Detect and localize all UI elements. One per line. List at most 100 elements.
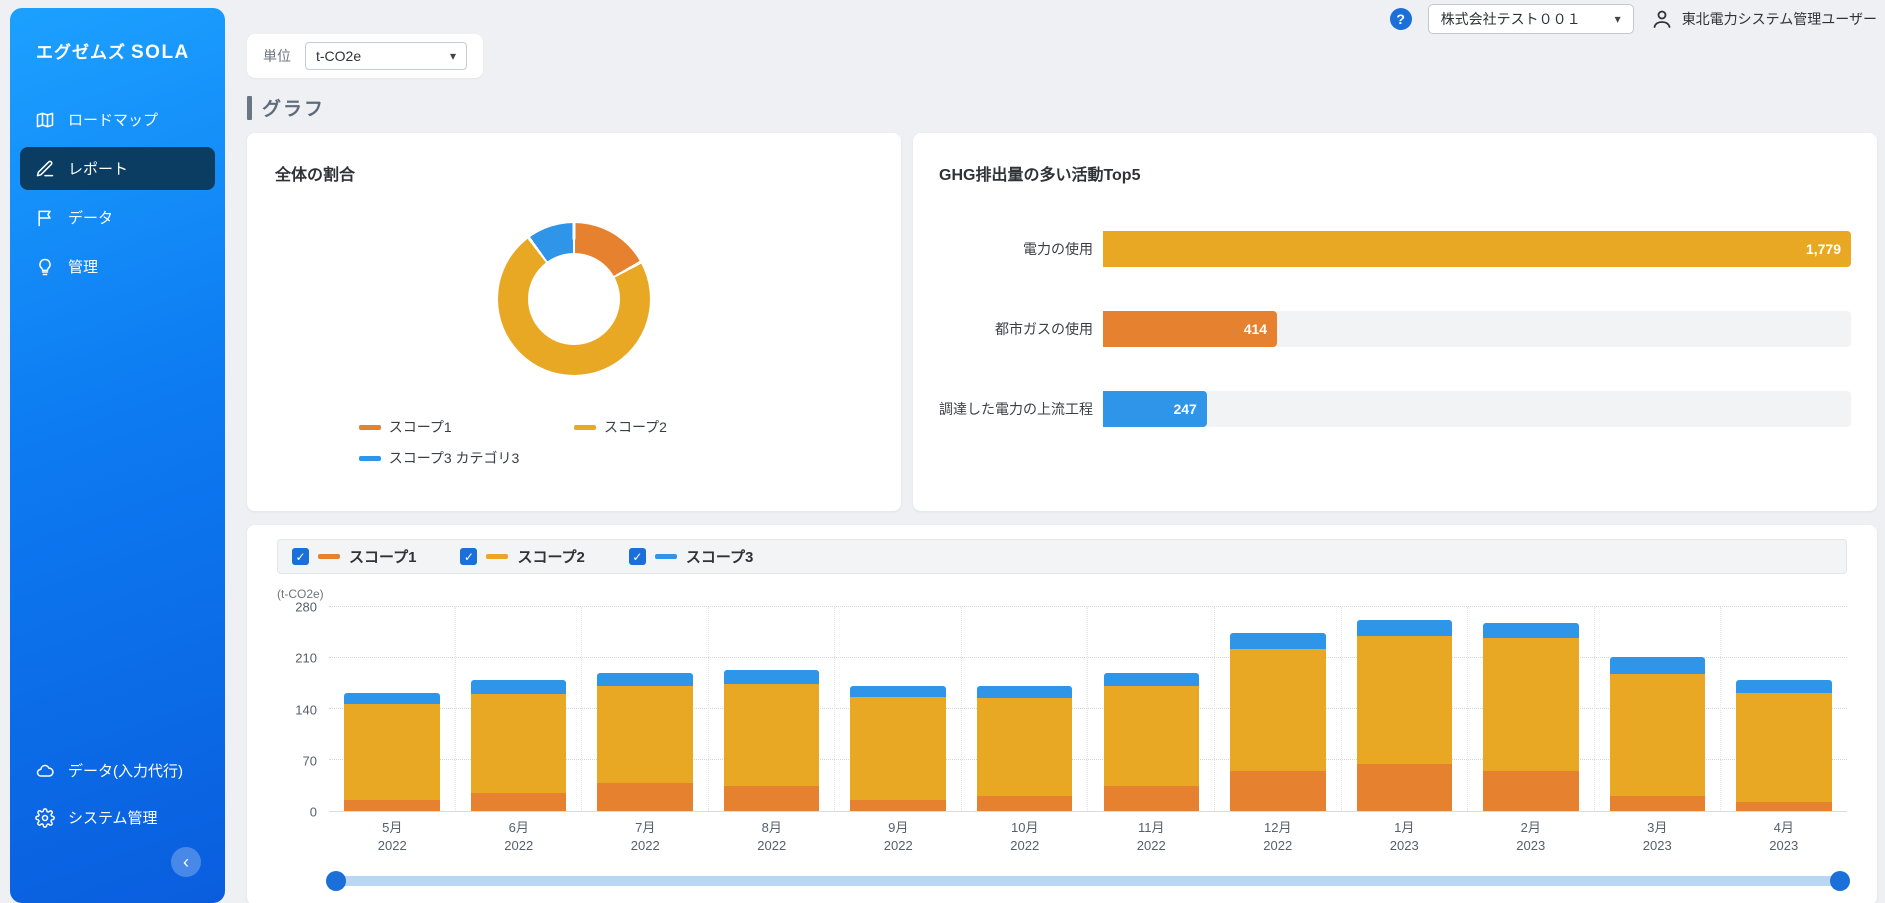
bar-cell: [1340, 607, 1468, 811]
gear-icon: [35, 807, 55, 828]
monthly-emissions-card: ✓ スコープ1 ✓ スコープ2 ✓ スコープ3 (t-CO2e) 0 70 140 2…: [247, 525, 1877, 903]
bar-track: 1,779: [1103, 231, 1851, 267]
stacked-bar: [1609, 607, 1706, 811]
x-tick-label: 7月 2022: [630, 820, 660, 854]
top5-row: 電力の使用 1,779: [939, 231, 1851, 267]
stacked-bar: [1356, 607, 1453, 811]
y-tick-label: 0: [309, 804, 317, 820]
user-menu[interactable]: 東北電力システム管理ユーザー: [1650, 7, 1877, 31]
legend-item-scope1: スコープ1: [358, 417, 574, 437]
unit-label: 単位: [263, 48, 291, 64]
bar-segment-スコープ2: [1356, 636, 1453, 764]
range-slider[interactable]: [326, 871, 1850, 892]
bar-cell: [960, 607, 1088, 811]
bar-segment-スコープ2: [1230, 648, 1326, 771]
scope3-toggle[interactable]: ✓ スコープ3: [628, 546, 753, 567]
bar-cell: [1720, 607, 1847, 811]
checkbox-checked-icon[interactable]: ✓: [628, 548, 646, 565]
y-axis: 0 70 140 210 280: [277, 600, 329, 820]
scope2-color-dash: [486, 554, 509, 559]
sidebar-item-roadmap[interactable]: ロードマップ: [20, 98, 215, 141]
sidebar-item-data[interactable]: データ: [20, 196, 215, 239]
card-title: 全体の割合: [275, 167, 356, 184]
help-icon: ?: [1396, 11, 1405, 27]
x-tick-label: 12月 2022: [1263, 820, 1293, 854]
check-icon: ✓: [463, 549, 474, 564]
stacked-bar: [597, 607, 693, 811]
checkbox-checked-icon[interactable]: ✓: [292, 548, 309, 565]
x-tick-label: 3月 2023: [1642, 820, 1672, 854]
y-tick-label: 280: [295, 599, 317, 615]
bar-fill: 414: [1103, 311, 1278, 347]
bar-segment-スコープ3: [470, 679, 567, 695]
sidebar-item-data-entry-proxy[interactable]: データ(入力代行): [20, 749, 215, 792]
scope-label: スコープ2: [517, 549, 585, 566]
x-tick-label: 11月 2022: [1136, 820, 1166, 854]
section-accent-bar: [247, 95, 252, 120]
logo-text: エグゼムズ: [36, 43, 126, 62]
top5-row: 調達した電力の上流工程 247: [939, 391, 1851, 427]
bar-segment-スコープ2: [1103, 685, 1199, 786]
x-axis: 5月 2022 6月 2022 7月 2022 8月 2022 9月 2022 10月 2022 11月…: [329, 819, 1847, 855]
sidebar-bottom: データ(入力代行) システム管理 ‹: [10, 749, 225, 903]
slider-handle-right[interactable]: [1830, 871, 1850, 892]
checkbox-checked-icon[interactable]: ✓: [460, 548, 478, 565]
sidebar-item-label: 管理: [68, 259, 99, 276]
bar-category-label: 調達した電力の上流工程: [939, 400, 1093, 417]
bar-cell: [1087, 607, 1214, 811]
bar-segment-スコープ3: [1356, 620, 1453, 637]
company-select[interactable]: 株式会社テスト００１ ▾: [1427, 4, 1634, 34]
top5-activities-card: GHG排出量の多い活動Top5 電力の使用 1,779 都市ガスの使用 414 調達した…: [913, 133, 1877, 511]
y-tick-label: 70: [302, 753, 317, 769]
sidebar-item-report[interactable]: レポート: [20, 147, 215, 190]
logo-brand: SOLA: [131, 42, 190, 63]
bar-segment-スコープ1: [1230, 770, 1326, 811]
stacked-bar: [976, 607, 1073, 811]
top5-row: 都市ガスの使用 414: [939, 311, 1851, 347]
bar-segment-スコープ1: [850, 800, 946, 811]
bar-segment-スコープ1: [470, 792, 567, 811]
scope1-color-dash: [318, 554, 340, 559]
scope2-toggle[interactable]: ✓ スコープ2: [460, 546, 585, 567]
bar-cell: [834, 607, 961, 811]
pen-icon: [36, 160, 54, 176]
main-content: ? 株式会社テスト００１ ▾ 東北電力システム管理ユーザー 単位 t-CO2e …: [225, 0, 1885, 903]
bar-segment-スコープ2: [470, 694, 567, 793]
slider-handle-left[interactable]: [326, 871, 346, 892]
sidebar-item-label: ロードマップ: [68, 112, 159, 129]
bar-cell: [329, 607, 455, 811]
y-tick-label: 140: [295, 702, 317, 717]
sidebar-item-admin[interactable]: 管理: [20, 245, 215, 288]
card-title: GHG排出量の多い活動Top5: [939, 167, 1141, 184]
unit-pill: 単位 t-CO2e ▾: [247, 34, 483, 78]
help-button[interactable]: ?: [1389, 8, 1412, 30]
legend-label: スコープ1: [388, 419, 452, 435]
bar-segment-スコープ1: [1103, 785, 1199, 811]
unit-select[interactable]: t-CO2e ▾: [305, 42, 467, 70]
unit-select-value: t-CO2e: [316, 48, 362, 64]
bar-segment-スコープ1: [1483, 770, 1579, 811]
donut-chart: [498, 223, 650, 375]
x-tick-label: 9月 2022: [883, 820, 913, 854]
sidebar-item-label: データ: [68, 210, 114, 227]
stacked-bar: [723, 607, 820, 811]
bar-columns: [329, 607, 1847, 811]
stacked-bar: [1103, 607, 1199, 811]
sidebar-item-system-admin[interactable]: システム管理: [20, 796, 215, 839]
sidebar-collapse-button[interactable]: ‹: [171, 847, 201, 877]
bar-segment-スコープ1: [344, 800, 440, 811]
legend-swatch-scope1: [358, 424, 381, 430]
slider-track[interactable]: [329, 876, 1847, 887]
bar-segment-スコープ3: [723, 670, 820, 684]
bar-segment-スコープ1: [1609, 796, 1706, 811]
bar-segment-スコープ3: [344, 693, 440, 704]
stacked-bar: [470, 607, 567, 811]
legend-item-scope2: スコープ2: [573, 417, 789, 437]
check-icon: ✓: [632, 549, 643, 564]
app-logo: エグゼムズ SOLA: [10, 8, 225, 64]
bar-cell: [1214, 607, 1341, 811]
section-head: グラフ: [247, 94, 1877, 121]
sidebar: エグゼムズ SOLA ロードマップ レポート データ 管理 データ(入力代行) シ…: [10, 8, 225, 903]
user-name: 東北電力システム管理ユーザー: [1681, 11, 1877, 27]
scope1-toggle[interactable]: ✓ スコープ1: [292, 546, 416, 567]
